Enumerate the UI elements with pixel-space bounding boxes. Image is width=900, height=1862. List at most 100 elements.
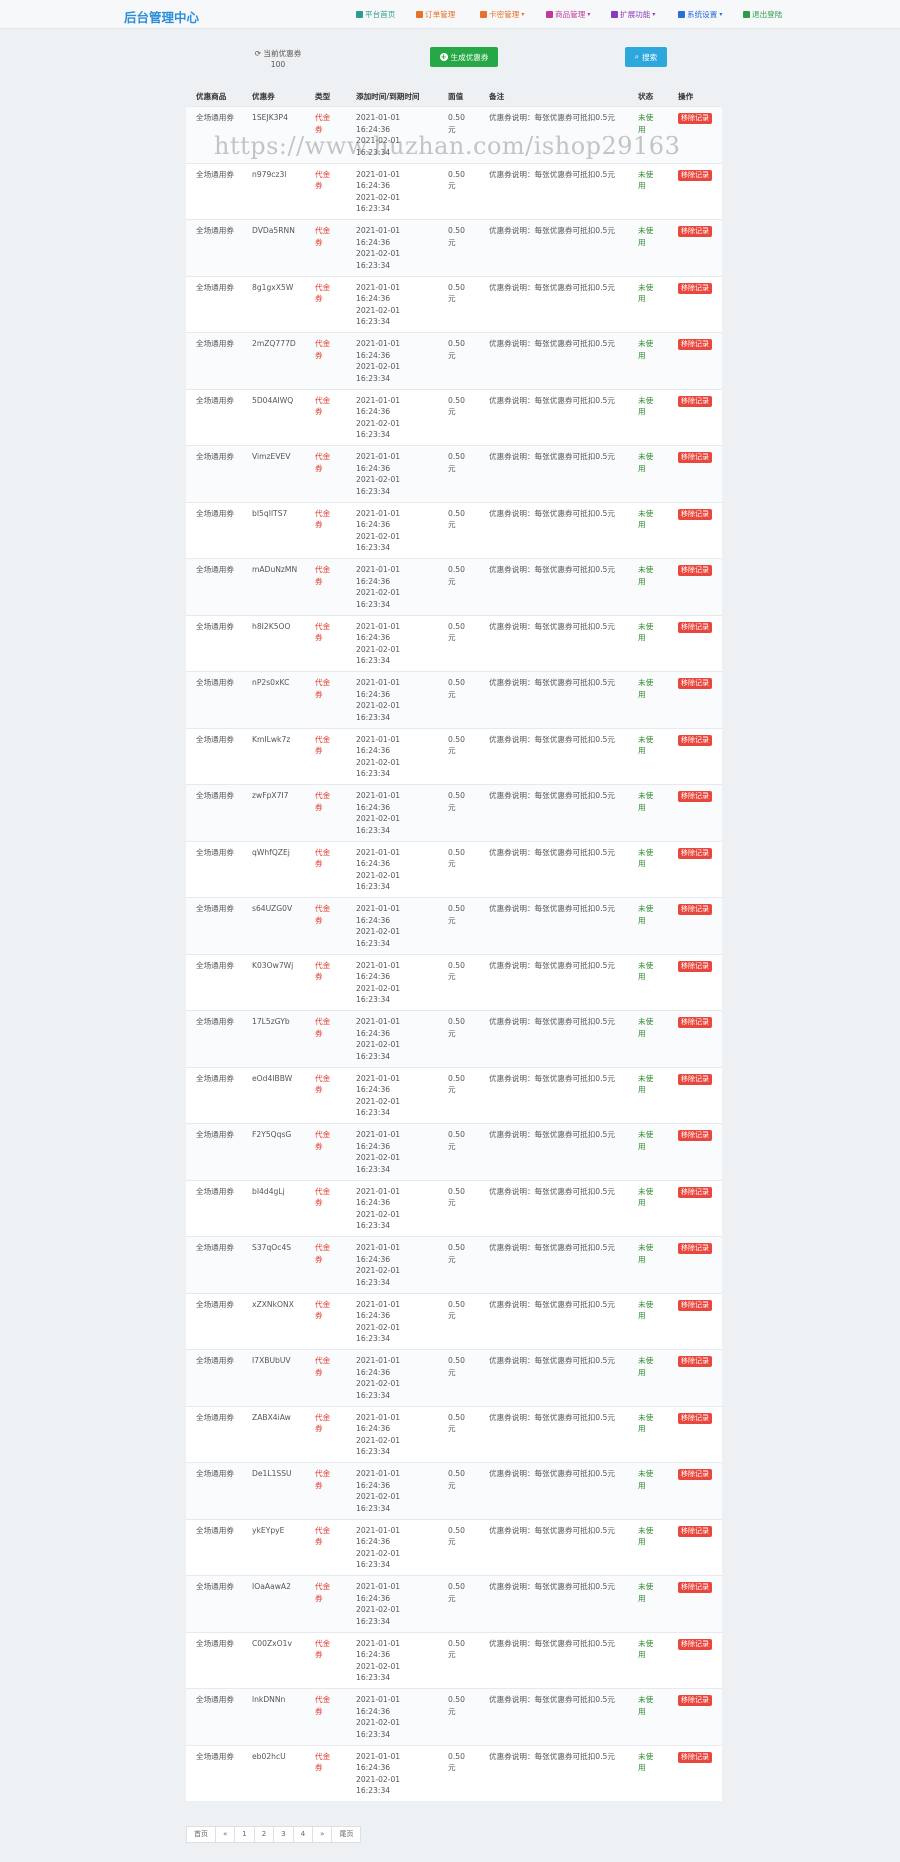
coupon-type: 代金券 xyxy=(315,960,331,982)
remove-record-button[interactable]: 移除记录 xyxy=(678,1243,712,1254)
coupon-type: 代金券 xyxy=(315,282,331,304)
coupon-status: 未使用 xyxy=(638,1243,654,1264)
page-link[interactable]: 4 xyxy=(294,1827,314,1842)
coupon-type: 代金券 xyxy=(315,113,331,134)
coupon-goods: 全场通用券 xyxy=(196,282,234,292)
table-row: 全场通用券 xZXNkONX 代金券 2021-01-01 16:24:36 2021-… xyxy=(186,1292,722,1349)
remove-record-button[interactable]: 移除记录 xyxy=(678,1469,712,1480)
coupon-actions: 移除记录 xyxy=(678,903,712,915)
added-time: 2021-01-01 16:24:36 xyxy=(356,1243,401,1264)
nav-item-6[interactable]: 退出登陆 xyxy=(743,9,782,20)
nav-item-1[interactable]: 订单管理 xyxy=(416,9,455,20)
remove-record-button[interactable]: 移除记录 xyxy=(678,1695,712,1706)
page-link[interactable]: 2 xyxy=(255,1827,275,1842)
remove-record-button[interactable]: 移除记录 xyxy=(678,1017,712,1028)
nav-item-2[interactable]: 卡密管理 ▾ xyxy=(480,9,524,20)
coupon-time: 2021-01-01 16:24:36 2021-02-01 16:23:34 xyxy=(356,790,426,836)
remove-record-button[interactable]: 移除记录 xyxy=(678,904,712,915)
coupon-status: 未使用 xyxy=(638,1299,654,1321)
remove-record-button[interactable]: 移除记录 xyxy=(678,169,712,181)
coupon-time: 2021-01-01 16:24:36 2021-02-01 16:23:34 xyxy=(356,1129,426,1175)
coupon-value: 0.50元 xyxy=(448,1751,465,1773)
coupon-actions: 移除记录 xyxy=(678,1186,712,1198)
coupon-value: 0.50元 xyxy=(448,1582,465,1603)
coupon-status: 未使用 xyxy=(638,508,654,530)
coupon-type: 代金券 xyxy=(315,565,331,586)
table-row: 全场通用券 2mZQ777D 代金券 2021-01-01 16:24:36 2021-… xyxy=(186,332,722,389)
remove-record-button[interactable]: 移除记录 xyxy=(678,565,712,576)
remove-record-button[interactable]: 移除记录 xyxy=(678,508,712,520)
coupon-goods: 全场通用券 xyxy=(196,1412,234,1422)
coupon-type: 代金券 xyxy=(315,1582,331,1603)
generate-coupon-button[interactable]: + 生成优惠券 xyxy=(430,47,498,67)
page-link[interactable]: 3 xyxy=(274,1827,294,1842)
remove-record-button[interactable]: 移除记录 xyxy=(678,339,712,350)
page-link[interactable]: » xyxy=(313,1827,333,1842)
added-time: 2021-01-01 16:24:36 xyxy=(356,791,401,812)
coupon-status: 未使用 xyxy=(638,904,654,925)
page-link[interactable]: 尾页 xyxy=(332,1827,360,1842)
coupon-note: 优惠券说明：每张优惠券可抵扣0.5元 xyxy=(489,1186,615,1196)
nav-item-0[interactable]: 平台首页 xyxy=(356,9,395,20)
coupon-note: 优惠券说明：每张优惠券可抵扣0.5元 xyxy=(489,508,615,518)
nav-item-3[interactable]: 商品管理 ▾ xyxy=(546,9,590,20)
remove-record-button[interactable]: 移除记录 xyxy=(678,1130,712,1141)
remove-record-button[interactable]: 移除记录 xyxy=(678,113,712,124)
coupon-actions: 移除记录 xyxy=(678,225,712,237)
remove-record-button[interactable]: 移除记录 xyxy=(678,791,712,802)
brand-title[interactable]: 后台管理中心 xyxy=(124,7,199,26)
remove-record-button[interactable]: 移除记录 xyxy=(678,1356,712,1367)
remove-record-button[interactable]: 移除记录 xyxy=(678,1299,712,1311)
coupon-value: 0.50元 xyxy=(448,847,465,869)
page-link[interactable]: 首页 xyxy=(187,1827,216,1842)
coupon-actions: 移除记录 xyxy=(678,1073,712,1085)
remove-record-button[interactable]: 移除记录 xyxy=(678,678,712,689)
coupon-actions: 移除记录 xyxy=(678,395,712,407)
coupon-note: 优惠券说明：每张优惠券可抵扣0.5元 xyxy=(489,734,615,744)
remove-record-button[interactable]: 移除记录 xyxy=(678,1525,712,1537)
coupon-status: 未使用 xyxy=(638,1017,654,1038)
search-button[interactable]: ⌕ 搜索 xyxy=(625,47,667,67)
remove-record-button[interactable]: 移除记录 xyxy=(678,1186,712,1198)
coupon-value: 0.50元 xyxy=(448,960,465,982)
expire-time: 2021-02-01 16:23:34 xyxy=(356,1605,401,1626)
expire-time: 2021-02-01 16:23:34 xyxy=(356,1435,401,1457)
added-time: 2021-01-01 16:24:36 xyxy=(356,847,401,869)
expire-time: 2021-02-01 16:23:34 xyxy=(356,1718,401,1739)
remove-record-button[interactable]: 移除记录 xyxy=(678,1751,712,1763)
page-link[interactable]: « xyxy=(216,1827,236,1842)
remove-record-button[interactable]: 移除记录 xyxy=(678,395,712,407)
remove-record-button[interactable]: 移除记录 xyxy=(678,226,712,237)
remove-record-button[interactable]: 移除记录 xyxy=(678,282,712,294)
remove-record-button[interactable]: 移除记录 xyxy=(678,1412,712,1424)
remove-record-button[interactable]: 移除记录 xyxy=(678,1073,712,1085)
coupon-goods: 全场通用券 xyxy=(196,791,234,800)
coupon-note: 优惠券说明：每张优惠券可抵扣0.5元 xyxy=(489,226,615,235)
table-row: 全场通用券 VimzEVEV 代金券 2021-01-01 16:24:36 2021-… xyxy=(186,445,722,502)
column-header: 面值 xyxy=(448,92,464,101)
remove-record-button[interactable]: 移除记录 xyxy=(678,734,712,746)
coupon-type: 代金券 xyxy=(315,791,331,812)
added-time: 2021-01-01 16:24:36 xyxy=(356,1356,401,1377)
page-link[interactable]: 1 xyxy=(235,1827,255,1842)
coupon-goods: 全场通用券 xyxy=(196,1469,234,1478)
table-row: 全场通用券 F2Y5QqsG 代金券 2021-01-01 16:24:36 2021-… xyxy=(186,1123,722,1180)
coupon-type: 代金券 xyxy=(315,339,331,360)
coupon-type: 代金券 xyxy=(315,452,331,473)
coupon-goods: 全场通用券 xyxy=(196,1751,234,1761)
remove-record-button[interactable]: 移除记录 xyxy=(678,1582,712,1593)
nav-item-4[interactable]: 扩展功能 ▾ xyxy=(611,9,655,20)
coupon-goods: 全场通用券 xyxy=(196,339,234,348)
coupon-type: 代金券 xyxy=(315,621,331,643)
remove-record-button[interactable]: 移除记录 xyxy=(678,847,712,859)
remove-record-button[interactable]: 移除记录 xyxy=(678,621,712,633)
coupon-note: 优惠券说明：每张优惠券可抵扣0.5元 xyxy=(489,678,615,687)
remove-record-button[interactable]: 移除记录 xyxy=(678,960,712,972)
remove-record-button[interactable]: 移除记录 xyxy=(678,1638,712,1650)
coupon-goods: 全场通用券 xyxy=(196,113,234,122)
coupon-actions: 移除记录 xyxy=(678,960,712,972)
nav-item-5[interactable]: 系统设置 ▾ xyxy=(678,9,722,20)
remove-record-button[interactable]: 移除记录 xyxy=(678,452,712,463)
coupon-code: K03Ow7Wj xyxy=(252,960,294,970)
table-row: 全场通用券 DVDa5RNN 代金券 2021-01-01 16:24:36 2021-… xyxy=(186,219,722,276)
